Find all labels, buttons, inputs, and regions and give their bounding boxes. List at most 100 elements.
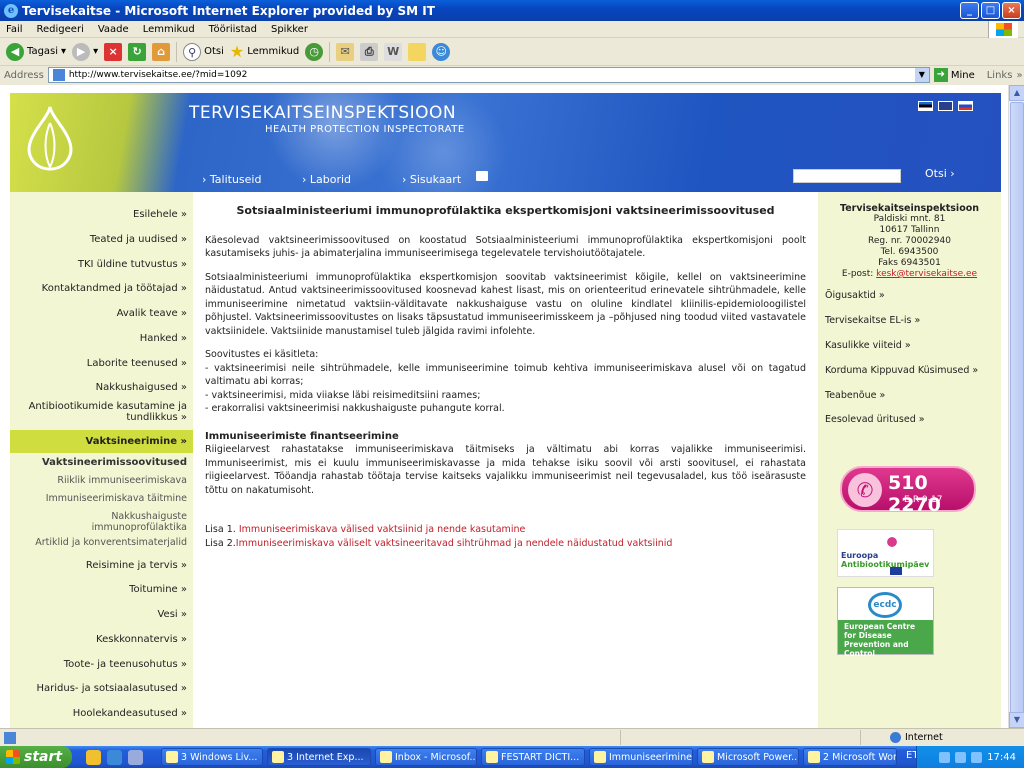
messenger-icon[interactable]: ☺ <box>432 42 451 61</box>
rightlink-uritused[interactable]: Eesolevad üritused » <box>825 414 925 425</box>
search-icon: ⚲ <box>183 42 202 61</box>
history-icon[interactable]: ◷ <box>305 42 324 61</box>
subnav-riiklik-kava[interactable]: Riiklik immuniseerimiskava <box>17 475 187 486</box>
menu-redigeeri[interactable]: Redigeeri <box>37 24 84 35</box>
tray-icon[interactable] <box>955 751 967 763</box>
mail-icon[interactable]: ✉ <box>336 42 355 61</box>
ie-icon: e <box>4 3 18 18</box>
discuss-icon[interactable] <box>408 42 427 61</box>
chevron-down-icon[interactable]: ▼ <box>914 68 929 82</box>
leftnav-teated[interactable]: Teated ja uudised » <box>27 234 187 245</box>
site-search-input[interactable] <box>793 169 901 183</box>
site-search-button[interactable]: Otsi › <box>925 167 955 180</box>
phone-banner[interactable]: ✆ 510 2270 E-R 9-17 <box>840 466 976 516</box>
scroll-thumb[interactable] <box>1010 102 1024 722</box>
nav-laborid[interactable]: › Laborid <box>302 173 382 186</box>
subnav-vaktsineerimissoovitused[interactable]: Vaktsineerimissoovitused <box>17 457 187 468</box>
menu-spikker[interactable]: Spikker <box>271 24 308 35</box>
ie-quick-icon[interactable] <box>107 749 122 765</box>
clock: 17:44 <box>987 751 1016 763</box>
subnav-immunoprofulaktika[interactable]: Nakkushaiguste immunoprofülaktika <box>87 511 187 533</box>
rightlink-el[interactable]: Tervisekaitse EL-is » <box>825 315 920 326</box>
leftnav-laborite-teenused[interactable]: Laborite teenused » <box>27 358 187 369</box>
nav-sisukaart[interactable]: › Sisukaart <box>402 173 482 186</box>
scroll-down-icon[interactable]: ▼ <box>1009 712 1024 728</box>
estonian-flag-icon[interactable] <box>918 101 933 111</box>
task-festart[interactable]: FESTART DICTI... <box>481 748 585 766</box>
russian-flag-icon[interactable] <box>958 101 973 111</box>
appendix-2-link[interactable]: Immuniseerimiskava väliselt vaktsineerit… <box>236 538 673 549</box>
leftnav-nakkushaigused[interactable]: Nakkushaigused » <box>27 382 187 393</box>
leftnav-antibiootikumid[interactable]: Antibiootikumide kasutamine ja tundlikku… <box>27 401 187 423</box>
contact-tel: Tel. 6943500 <box>880 247 939 257</box>
vertical-scrollbar[interactable]: ▲ ▼ <box>1008 85 1024 728</box>
maximize-button[interactable]: □ <box>981 2 1000 19</box>
menu-vaade[interactable]: Vaade <box>98 24 129 35</box>
leftnav-hoolekandeasutused[interactable]: Hoolekandeasutused » <box>27 708 187 719</box>
leftnav-vaktsineerimine[interactable]: Vaktsineerimine » <box>10 430 193 453</box>
leftnav-vesi[interactable]: Vesi » <box>27 609 187 620</box>
status-divider <box>860 730 861 745</box>
links-button[interactable]: Links <box>987 70 1013 81</box>
antibiotic-day-banner[interactable]: Euroopa Antibiootikumipäev <box>837 529 934 577</box>
tray-icon[interactable] <box>971 751 983 763</box>
leftnav-reisimine[interactable]: Reisimine ja tervis » <box>27 560 187 571</box>
leftnav-kontaktandmed[interactable]: Kontaktandmed ja töötajad » <box>27 283 187 294</box>
desktop-icon[interactable] <box>128 749 143 765</box>
task-word[interactable]: 2 Microsoft Word <box>803 748 897 766</box>
go-button[interactable]: ➜ Mine <box>933 68 975 82</box>
rightlink-viiteid[interactable]: Kasulikke viiteid » <box>825 340 911 351</box>
search-button[interactable]: ⚲ Otsi <box>183 42 224 61</box>
ecdc-banner[interactable]: ecdc European Centre for Disease Prevent… <box>837 587 934 658</box>
refresh-icon[interactable]: ↻ <box>128 42 147 61</box>
favorites-button[interactable]: ★ Lemmikud <box>230 42 299 61</box>
task-powerpoint[interactable]: Microsoft Power... <box>697 748 799 766</box>
leftnav-tki[interactable]: TKI üldine tutvustus » <box>27 259 187 270</box>
nav-talituseid[interactable]: › Talituseid <box>202 173 282 186</box>
contact-email-link[interactable]: kesk@tervisekaitse.ee <box>876 269 977 279</box>
address-input[interactable]: http://www.tervisekaitse.ee/?mid=1092 ▼ <box>47 67 930 83</box>
leftnav-avalik-teave[interactable]: Avalik teave » <box>27 308 187 319</box>
address-url: http://www.tervisekaitse.ee/?mid=1092 <box>68 70 248 80</box>
rightlink-teabenoue[interactable]: Teabenõue » <box>825 390 885 401</box>
menu-lemmikud[interactable]: Lemmikud <box>143 24 195 35</box>
windows-logo-icon <box>988 21 1018 38</box>
tray-icon[interactable] <box>939 751 951 763</box>
site-subtitle: HEALTH PROTECTION INSPECTORATE <box>265 124 465 135</box>
menu-tooriistad[interactable]: Tööriistad <box>209 24 257 35</box>
task-immuniseerimine[interactable]: Immuniseerimine <box>589 748 693 766</box>
chevron-down-icon: ▾ <box>93 46 99 57</box>
chevron-right-icon[interactable]: » <box>1016 70 1022 81</box>
appendix-1-link[interactable]: Immuniseerimiskava välised vaktsiinid ja… <box>239 524 526 535</box>
scroll-up-icon[interactable]: ▲ <box>1009 85 1024 101</box>
print-icon[interactable]: ⎙ <box>360 42 379 61</box>
home-icon[interactable]: ⌂ <box>152 42 171 61</box>
task-inbox[interactable]: Inbox - Microsof... <box>375 748 477 766</box>
task-windows-live[interactable]: 3 Windows Liv... <box>161 748 263 766</box>
back-button[interactable]: ◀ Tagasi ▾ <box>6 42 66 61</box>
leftnav-toitumine[interactable]: Toitumine » <box>27 584 187 595</box>
print-page-icon[interactable] <box>476 171 488 181</box>
task-internet-explorer[interactable]: 3 Internet Exp... <box>267 748 371 766</box>
subnav-kava-taitmine[interactable]: Immuniseerimiskava täitmine <box>17 493 187 504</box>
exclusions-title: Soovitustes ei käsitleta: <box>205 349 319 360</box>
subnav-artiklid[interactable]: Artiklid ja konverentsimaterjalid <box>17 537 187 548</box>
stop-icon[interactable]: × <box>104 42 123 61</box>
close-button[interactable]: × <box>1002 2 1021 19</box>
leftnav-toote-ohutus[interactable]: Toote- ja teenusohutus » <box>27 659 187 670</box>
leftnav-keskkonnatervis[interactable]: Keskkonnatervis » <box>27 634 187 645</box>
menu-fail[interactable]: Fail <box>6 24 23 35</box>
start-button[interactable]: start <box>0 746 72 768</box>
outlook-icon[interactable] <box>86 749 101 765</box>
leftnav-haridusasutused[interactable]: Haridus- ja sotsiaalasutused » <box>27 683 187 694</box>
rightlink-oigusaktid[interactable]: Õigusaktid » <box>825 290 885 301</box>
leftnav-hanked[interactable]: Hanked » <box>27 333 187 344</box>
rightlink-kkk[interactable]: Korduma Kippuvad Küsimused » <box>825 365 978 376</box>
toolbar-separator <box>176 41 178 62</box>
edit-icon[interactable]: W <box>384 42 403 61</box>
forward-button[interactable]: ▶ ▾ <box>72 42 99 61</box>
leftnav-esilehele[interactable]: Esilehele » <box>27 209 187 220</box>
english-flag-icon[interactable] <box>938 101 953 111</box>
left-navigation: Esilehele » Teated ja uudised » TKI üldi… <box>10 192 193 728</box>
minimize-button[interactable]: _ <box>960 2 979 19</box>
